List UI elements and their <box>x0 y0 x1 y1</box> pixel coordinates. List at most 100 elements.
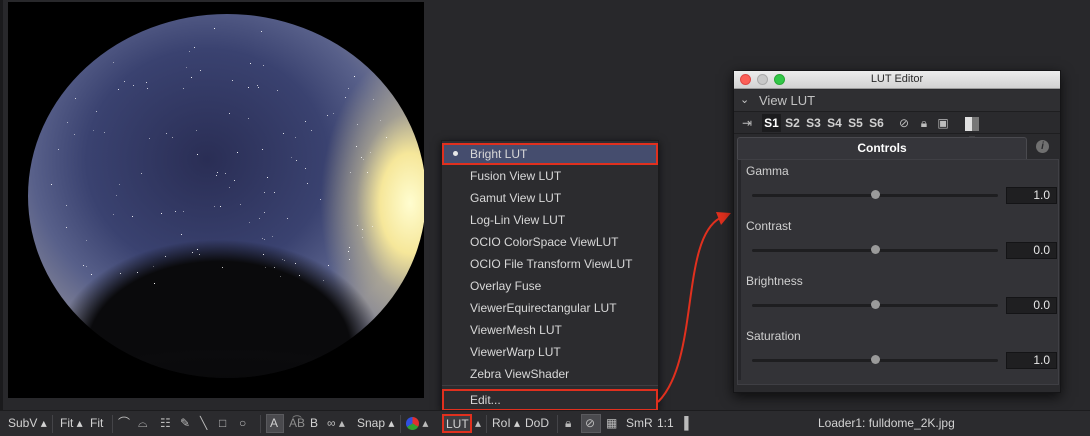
window-title: LUT Editor <box>870 73 924 85</box>
menu-item-lut[interactable]: Gamut View LUT <box>442 187 658 209</box>
menu-item-lut[interactable]: Zebra ViewShader <box>442 363 658 385</box>
param-slider-thumb[interactable] <box>871 245 880 254</box>
lut-dropdown-chevron-icon[interactable]: ▴ <box>475 416 481 430</box>
param-row-marker <box>738 160 741 215</box>
polyline-icon[interactable]: ⌒ <box>118 416 130 430</box>
snap-button[interactable]: Snap ▴ <box>357 416 394 430</box>
ab-split-button[interactable]: A͡B <box>289 416 305 430</box>
toolbar-separator <box>486 415 487 433</box>
menu-item-lut[interactable]: Log-Lin View LUT <box>442 209 658 231</box>
star <box>85 239 87 241</box>
star <box>237 151 239 153</box>
a-buffer-button[interactable]: A <box>270 416 278 430</box>
star <box>160 212 162 214</box>
star <box>140 172 142 174</box>
star <box>66 122 68 124</box>
fulldome-ground-image <box>28 14 424 378</box>
proxy-icon[interactable]: ⊘ <box>585 416 595 430</box>
slot-button-s2[interactable]: S2 <box>783 114 802 132</box>
wand-icon[interactable]: ╲ <box>200 416 207 430</box>
lock-icon[interactable]: 🔒︎ <box>565 416 571 430</box>
param-row-marker <box>738 325 741 380</box>
slot-button-s5[interactable]: S5 <box>846 114 865 132</box>
param-value-field[interactable]: 0.0 <box>1006 297 1057 314</box>
star <box>295 159 297 161</box>
pin-icon[interactable]: ⇥ <box>738 115 756 131</box>
levels-icon[interactable]: ▐ <box>680 416 689 430</box>
slot-button-s4[interactable]: S4 <box>825 114 844 132</box>
star <box>247 118 249 120</box>
rectangle-icon[interactable]: □ <box>219 416 226 430</box>
param-slider-thumb[interactable] <box>871 300 880 309</box>
dod-button[interactable]: DoD <box>525 416 549 430</box>
menu-item-lut[interactable]: OCIO File Transform ViewLUT <box>442 253 658 275</box>
star <box>264 266 266 268</box>
stereo-glasses-icon[interactable]: ∞ ▴ <box>327 416 345 430</box>
chevron-down-icon[interactable]: ⌄ <box>740 93 749 106</box>
fit-button[interactable]: Fit <box>90 416 103 430</box>
star <box>373 99 375 101</box>
smr-button[interactable]: SmR <box>626 416 653 430</box>
star <box>261 148 263 150</box>
param-row-contrast: Contrast 0.0 <box>738 215 1058 270</box>
menu-item-lut[interactable]: Bright LUT <box>442 143 658 165</box>
menu-item-edit[interactable]: Edit... <box>442 389 658 411</box>
lock-icon[interactable]: 🔒︎ <box>917 115 931 131</box>
loader-label: Loader1: fulldome_2K.jpg <box>818 416 955 430</box>
star <box>263 191 265 193</box>
toolbar-separator <box>557 415 558 433</box>
menu-item-lut[interactable]: Overlay Fuse <box>442 275 658 297</box>
info-icon[interactable]: i <box>1036 140 1049 153</box>
param-slider-thumb[interactable] <box>871 355 880 364</box>
slot-button-s1[interactable]: S1 <box>762 114 781 132</box>
grid-icon[interactable]: ☷ <box>160 416 171 430</box>
star <box>219 206 221 208</box>
slot-button-s3[interactable]: S3 <box>804 114 823 132</box>
circle-icon[interactable]: ○ <box>239 416 246 430</box>
tab-controls[interactable]: Controls <box>737 137 1027 159</box>
slot-toolbar: ⇥ S1S2S3S4S5S6 ⊘ 🔒︎ ▣ ▾ <box>734 112 1060 146</box>
menu-item-label: OCIO File Transform ViewLUT <box>470 257 633 271</box>
star <box>356 224 358 226</box>
menu-item-lut[interactable]: ViewerMesh LUT <box>442 319 658 341</box>
color-swatch-dropdown[interactable]: ▾ <box>962 115 982 146</box>
star <box>119 183 121 185</box>
color-channels-icon[interactable]: ▴ <box>406 416 428 431</box>
menu-item-lut[interactable]: ViewerEquirectangular LUT <box>442 297 658 319</box>
disable-icon[interactable]: ⊘ <box>897 115 911 131</box>
star <box>349 172 351 174</box>
star <box>257 87 259 89</box>
lut-toggle-button[interactable]: LUT <box>442 414 472 433</box>
param-value-field[interactable]: 0.0 <box>1006 242 1057 259</box>
save-icon[interactable]: ▣ <box>936 115 950 131</box>
star <box>166 132 168 134</box>
window-titlebar[interactable]: LUT Editor <box>734 71 1060 89</box>
star <box>264 239 266 241</box>
star <box>379 120 381 122</box>
subview-button[interactable]: SubV ▴ <box>8 416 47 430</box>
menu-item-lut[interactable]: ViewerWarp LUT <box>442 341 658 363</box>
star <box>348 250 350 252</box>
star <box>228 186 230 188</box>
slot-button-s6[interactable]: S6 <box>867 114 886 132</box>
star <box>214 27 216 29</box>
star <box>171 137 173 139</box>
bspline-icon[interactable]: ⌓ <box>138 416 148 430</box>
menu-item-lut[interactable]: Fusion View LUT <box>442 165 658 187</box>
fit-dropdown-button[interactable]: Fit ▴ <box>60 416 83 430</box>
param-value-field[interactable]: 1.0 <box>1006 187 1057 204</box>
view-lut-section-header[interactable]: ⌄ View LUT <box>734 90 1060 112</box>
star <box>256 85 258 87</box>
paint-brush-icon[interactable]: ✎ <box>180 416 190 430</box>
zoom-ratio[interactable]: 1:1 <box>657 416 674 430</box>
checker-icon[interactable]: ▦ <box>606 416 617 430</box>
star <box>74 97 76 99</box>
roi-button[interactable]: RoI ▴ <box>492 416 520 430</box>
star <box>118 88 120 90</box>
param-value-field[interactable]: 1.0 <box>1006 352 1057 369</box>
star <box>307 183 309 185</box>
b-buffer-button[interactable]: B <box>310 416 318 430</box>
param-slider-thumb[interactable] <box>871 190 880 199</box>
menu-item-lut[interactable]: OCIO ColorSpace ViewLUT <box>442 231 658 253</box>
star <box>305 121 307 123</box>
